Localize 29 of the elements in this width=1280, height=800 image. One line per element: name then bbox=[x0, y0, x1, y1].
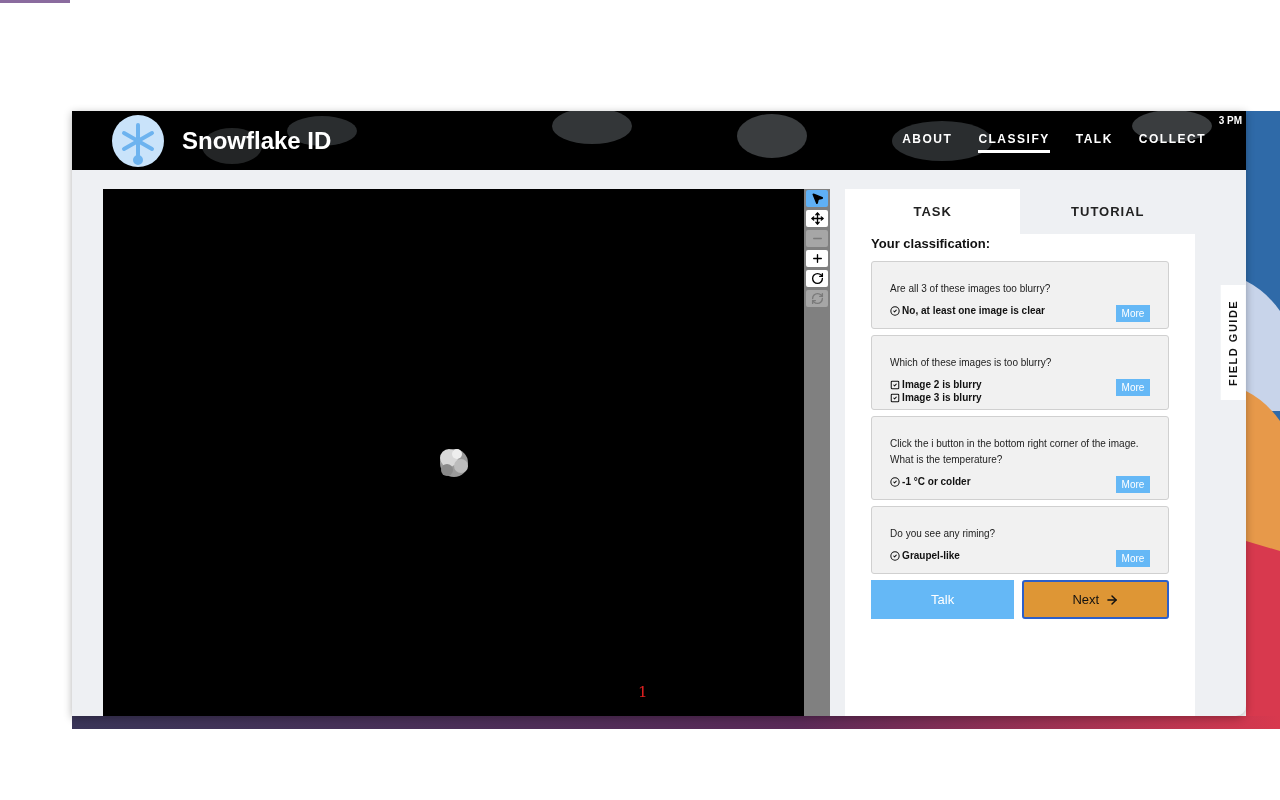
classification-heading: Your classification: bbox=[871, 236, 992, 251]
rotate-button[interactable] bbox=[806, 270, 829, 287]
move-tool[interactable] bbox=[806, 210, 829, 227]
zoom-in-button[interactable] bbox=[806, 250, 829, 267]
check-circle-icon bbox=[890, 476, 901, 487]
check-circle-icon bbox=[890, 550, 901, 561]
check-circle-icon bbox=[890, 305, 901, 316]
frame-number: 1 bbox=[638, 683, 648, 701]
question-text: Are all 3 of these images too blurry? bbox=[890, 282, 1052, 296]
question-text: Which of these images is too blurry? bbox=[890, 356, 1053, 370]
move-icon bbox=[810, 212, 824, 225]
answer-label: -1 °C or colder bbox=[902, 476, 971, 487]
question-text: Click the i button in the bottom right corner of the image. What is the temperature? bbox=[890, 437, 1140, 467]
field-guide-tab[interactable]: FIELD GUIDE bbox=[1221, 285, 1246, 400]
rotate-icon bbox=[810, 272, 824, 285]
answer-label: Image 3 is blurry bbox=[902, 392, 982, 403]
plus-icon bbox=[810, 252, 824, 265]
panel-tab[interactable]: TUTORIAL bbox=[1020, 189, 1196, 234]
next-button[interactable]: Next bbox=[1022, 580, 1170, 619]
arrow-right-icon bbox=[1105, 592, 1120, 607]
question-text: Do you see any riming? bbox=[890, 527, 997, 541]
checkbox-icon bbox=[890, 392, 901, 403]
answer-label: Image 2 is blurry bbox=[902, 379, 982, 390]
pointer-icon bbox=[810, 192, 824, 205]
answer-label: Graupel-like bbox=[902, 550, 960, 561]
checkbox-icon bbox=[890, 379, 901, 390]
refresh-icon bbox=[810, 292, 824, 305]
answer-label: No, at least one image is clear bbox=[902, 305, 1045, 316]
pointer-tool[interactable] bbox=[806, 190, 829, 207]
